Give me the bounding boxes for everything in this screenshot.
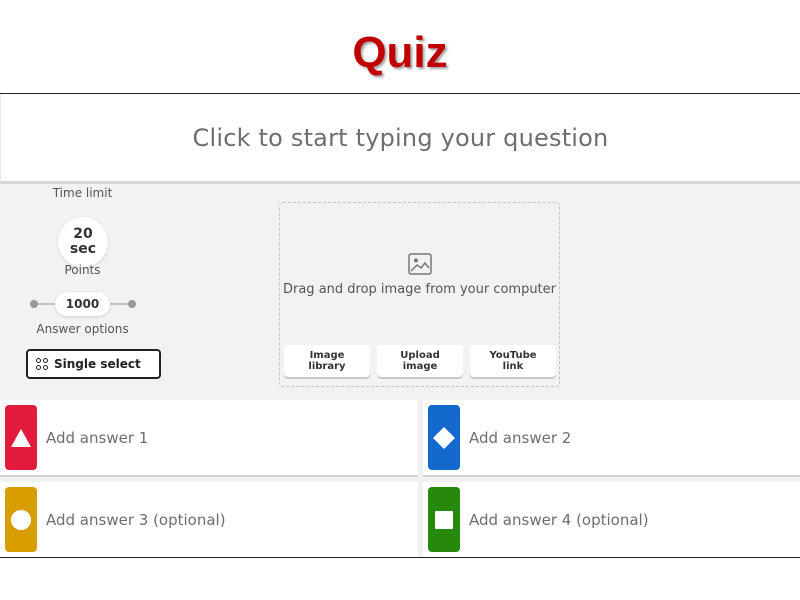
answer-mode-label: Single select	[54, 357, 141, 371]
question-input[interactable]: Click to start typing your question	[0, 94, 800, 184]
points-max-handle[interactable]	[128, 300, 136, 308]
time-limit-selector[interactable]: 20 sec	[58, 217, 108, 267]
youtube-link-label-2: link	[502, 361, 524, 372]
answer-4-color-tab	[428, 487, 460, 552]
image-library-label-2: library	[308, 361, 346, 372]
question-placeholder: Click to start typing your question	[192, 123, 609, 152]
question-settings-panel: Time limit 20 sec Points 1000 Answer opt…	[0, 186, 170, 397]
answer-1-card[interactable]: Add answer 1	[0, 400, 418, 475]
answer-4-input[interactable]: Add answer 4 (optional)	[469, 482, 649, 557]
points-min-handle[interactable]	[30, 300, 38, 308]
youtube-link-button[interactable]: YouTube link	[470, 345, 556, 377]
dropzone-text: Drag and drop image from your computer	[282, 282, 556, 297]
answer-4-card[interactable]: Add answer 4 (optional)	[423, 482, 800, 557]
triangle-icon	[11, 428, 31, 447]
answer-1-input[interactable]: Add answer 1	[46, 400, 148, 475]
points-label: Points	[64, 263, 101, 277]
time-limit-label: Time limit	[52, 186, 113, 200]
answer-1-color-tab	[5, 405, 37, 470]
media-dropzone[interactable]: Drag and drop image from your computer I…	[279, 202, 560, 387]
image-icon	[408, 253, 432, 275]
upload-image-label-2: image	[402, 361, 438, 372]
answer-2-color-tab	[428, 405, 460, 470]
square-icon	[435, 510, 453, 529]
answer-2-input[interactable]: Add answer 2	[469, 400, 571, 475]
image-library-button[interactable]: Image library	[284, 345, 370, 377]
points-value[interactable]: 1000	[55, 292, 110, 316]
answer-3-card[interactable]: Add answer 3 (optional)	[0, 482, 418, 557]
answer-3-color-tab	[5, 487, 37, 552]
youtube-link-label-1: YouTube	[489, 350, 537, 361]
answer-2-card[interactable]: Add answer 2	[423, 400, 800, 475]
quiz-editor: Click to start typing your question Time…	[0, 93, 800, 558]
time-limit-value: 20	[73, 226, 93, 242]
time-limit-unit: sec	[69, 241, 97, 257]
answer-options-label: Answer options	[36, 322, 129, 336]
circle-icon	[11, 509, 31, 530]
answer-3-input[interactable]: Add answer 3 (optional)	[46, 482, 226, 557]
slide-title: Quiz	[352, 28, 448, 77]
upload-image-button[interactable]: Upload image	[377, 345, 463, 377]
points-slider[interactable]: 1000	[30, 292, 136, 316]
upload-image-label-1: Upload	[400, 350, 440, 361]
image-library-label-1: Image	[309, 350, 345, 361]
answer-options-button[interactable]: Single select	[26, 349, 161, 379]
grid-icon	[36, 358, 48, 370]
diamond-icon	[433, 426, 455, 449]
answers-grid: Add answer 1 Add answer 2 Add answer 3 (…	[0, 400, 800, 557]
